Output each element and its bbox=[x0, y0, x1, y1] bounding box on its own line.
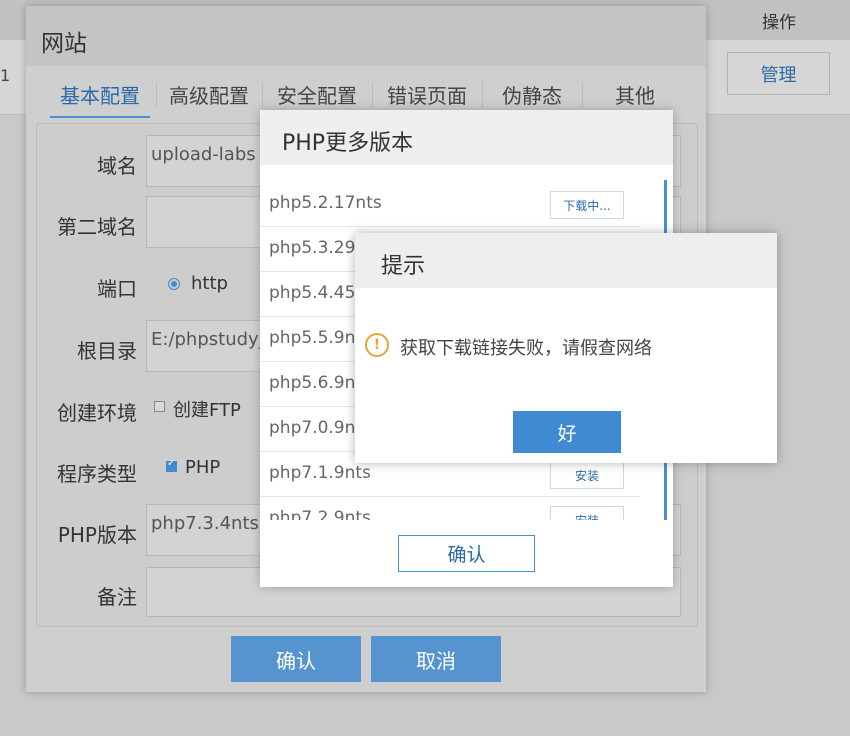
php-version-label: PHP版本 bbox=[57, 523, 137, 547]
php-version-name: php7.0.9n bbox=[269, 418, 356, 438]
row-number: 1 bbox=[0, 66, 11, 85]
http-option-label: http bbox=[191, 273, 228, 294]
alert-message: 获取下载链接失败，请假查网络 bbox=[400, 338, 652, 359]
list-item: php5.2.17nts 下载中... bbox=[260, 181, 640, 227]
tab-basic-config[interactable]: 基本配置 bbox=[50, 72, 150, 118]
install-button[interactable]: 安装 bbox=[550, 461, 624, 489]
second-domain-label: 第二域名 bbox=[57, 215, 137, 239]
php-dialog-confirm-button[interactable]: 确认 bbox=[398, 535, 535, 572]
php-version-name: php5.2.17nts bbox=[269, 193, 382, 213]
program-type-label: 程序类型 bbox=[57, 462, 137, 486]
cancel-button[interactable]: 取消 bbox=[371, 636, 501, 682]
install-button[interactable]: 安装 bbox=[550, 506, 624, 520]
note-label: 备注 bbox=[97, 585, 137, 609]
manage-button[interactable]: 管理 bbox=[727, 52, 830, 95]
php-version-name: php5.4.45 bbox=[269, 283, 356, 303]
create-env-label: 创建环境 bbox=[57, 401, 137, 425]
php-version-name: php5.6.9n bbox=[269, 373, 356, 393]
list-item: php7.2.9nts 安装 bbox=[260, 496, 640, 520]
php-version-name: php7.2.9nts bbox=[269, 508, 371, 520]
header-operations: 操作 bbox=[762, 13, 796, 33]
php-version-name: php5.5.9n bbox=[269, 328, 356, 348]
alert-title: 提示 bbox=[381, 254, 426, 279]
confirm-button[interactable]: 确认 bbox=[231, 636, 361, 682]
warning-icon: ! bbox=[365, 333, 389, 357]
create-ftp-label: 创建FTP bbox=[173, 400, 241, 421]
php-dialog-titlebar: PHP更多版本 bbox=[260, 110, 673, 165]
alert-ok-button[interactable]: 好 bbox=[513, 411, 621, 453]
alert-titlebar: 提示 bbox=[355, 233, 777, 288]
create-ftp-checkbox[interactable] bbox=[154, 401, 165, 412]
php-version-name: php7.1.9nts bbox=[269, 463, 371, 483]
site-dialog-titlebar: 网站 bbox=[26, 6, 706, 66]
tab-advanced-config[interactable]: 高级配置 bbox=[156, 72, 262, 116]
domain-label: 域名 bbox=[97, 154, 137, 178]
php-version-name: php5.3.29 bbox=[269, 238, 356, 258]
http-radio[interactable] bbox=[168, 278, 180, 290]
root-dir-label: 根目录 bbox=[77, 339, 137, 363]
php-checkbox[interactable] bbox=[166, 458, 177, 472]
php-option-label: PHP bbox=[185, 457, 221, 478]
site-dialog-title: 网站 bbox=[41, 31, 87, 57]
alert-dialog: 提示 ! 获取下载链接失败，请假查网络 好 bbox=[355, 233, 777, 463]
php-dialog-title: PHP更多版本 bbox=[282, 131, 414, 156]
port-label: 端口 bbox=[97, 277, 137, 301]
downloading-button[interactable]: 下载中... bbox=[550, 191, 624, 219]
